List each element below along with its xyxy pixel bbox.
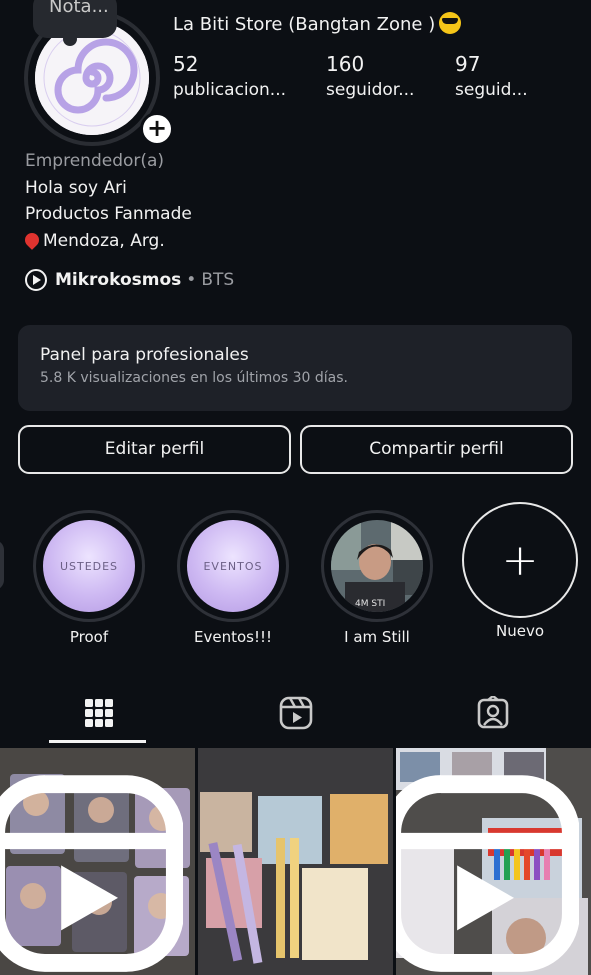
add-story-plus-icon[interactable]: + bbox=[140, 112, 174, 146]
tagged-icon bbox=[477, 696, 508, 729]
reels-icon bbox=[279, 696, 312, 730]
post-thumbnail-3[interactable] bbox=[396, 748, 591, 975]
posts-count: 52 bbox=[173, 52, 199, 76]
professional-dashboard-panel[interactable]: Panel para profesionales 5.8 K visualiza… bbox=[18, 325, 572, 411]
bio-location: Mendoza, Arg. bbox=[22, 228, 192, 255]
tab-reels[interactable] bbox=[197, 680, 394, 746]
music-artist: BTS bbox=[201, 270, 235, 290]
tab-posts-grid[interactable] bbox=[0, 680, 197, 746]
followers-label: seguidor... bbox=[326, 80, 415, 100]
bio-location-text: Mendoza, Arg. bbox=[43, 230, 165, 251]
highlight-i-am-still[interactable]: 4M STI I am Still bbox=[319, 510, 435, 646]
avatar-spiral-logo bbox=[35, 21, 149, 135]
play-circle-icon bbox=[25, 269, 47, 291]
highlight-label: Eventos!!! bbox=[193, 628, 272, 646]
highlight-label: Proof bbox=[69, 628, 109, 646]
grid-icon bbox=[84, 699, 113, 727]
highlight-photo: 4M STI bbox=[331, 520, 423, 612]
svg-text:4M STI: 4M STI bbox=[355, 599, 385, 609]
highlight-partial-offscreen[interactable] bbox=[0, 540, 4, 590]
bio-category: Emprendedor(a) bbox=[25, 151, 165, 171]
pro-panel-title: Panel para profesionales bbox=[40, 345, 249, 365]
profile-music[interactable]: Mikrokosmos • BTS bbox=[25, 269, 234, 291]
reel-badge-icon bbox=[0, 775, 183, 972]
sunglasses-emoji-icon bbox=[439, 12, 462, 34]
stat-following[interactable]: 97 seguid... bbox=[455, 52, 528, 100]
profile-bio: Emprendedor(a) Hola soy Ari Productos Fa… bbox=[22, 148, 192, 255]
highlight-label: I am Still bbox=[344, 628, 410, 646]
profile-username: La Biti Store (Bangtan Zone ) bbox=[173, 12, 462, 35]
new-highlight-plus-icon[interactable]: + bbox=[462, 502, 578, 618]
edit-profile-button[interactable]: Editar perfil bbox=[18, 425, 291, 474]
highlight-cover: EVENTOS bbox=[187, 520, 279, 612]
pro-panel-subtitle: 5.8 K visualizaciones en los últimos 30 … bbox=[40, 370, 348, 386]
following-label: seguid... bbox=[455, 80, 528, 100]
highlight-ring: USTEDES bbox=[33, 510, 145, 622]
highlight-ring: EVENTOS bbox=[177, 510, 289, 622]
highlight-cover: USTEDES bbox=[43, 520, 135, 612]
highlight-new[interactable]: + Nuevo bbox=[462, 502, 578, 640]
username-text: La Biti Store (Bangtan Zone ) bbox=[173, 14, 436, 35]
profile-tabs bbox=[0, 680, 591, 746]
highlight-ring: 4M STI bbox=[321, 510, 433, 622]
tab-tagged[interactable] bbox=[394, 680, 591, 746]
posts-label: publicacion... bbox=[173, 80, 287, 100]
following-count: 97 bbox=[455, 52, 481, 76]
stat-posts[interactable]: 52 publicacion... bbox=[173, 52, 286, 100]
post-thumbnail-1[interactable] bbox=[0, 748, 195, 975]
note-bubble[interactable]: Nota... bbox=[33, 0, 117, 46]
post-thumbnail-2[interactable] bbox=[198, 748, 393, 975]
avatar[interactable] bbox=[35, 21, 149, 135]
stat-followers[interactable]: 160 seguidor... bbox=[326, 52, 414, 100]
highlight-photo-image: 4M STI bbox=[331, 520, 423, 612]
location-pin-icon bbox=[22, 229, 42, 250]
post-image-stationery bbox=[198, 748, 393, 975]
music-separator: • bbox=[186, 270, 197, 290]
bio-line-1: Hola soy Ari bbox=[25, 177, 127, 198]
active-tab-indicator bbox=[49, 740, 146, 743]
share-profile-button[interactable]: Compartir perfil bbox=[300, 425, 573, 474]
followers-count: 160 bbox=[326, 52, 365, 76]
highlight-proof[interactable]: USTEDES Proof bbox=[31, 510, 147, 646]
posts-grid bbox=[0, 748, 591, 975]
highlight-eventos[interactable]: EVENTOS Eventos!!! bbox=[175, 510, 291, 646]
highlight-label: Nuevo bbox=[495, 622, 544, 640]
reel-badge-icon bbox=[396, 775, 579, 972]
bio-line-2: Productos Fanmade bbox=[25, 204, 192, 224]
music-title: Mikrokosmos bbox=[55, 270, 182, 290]
